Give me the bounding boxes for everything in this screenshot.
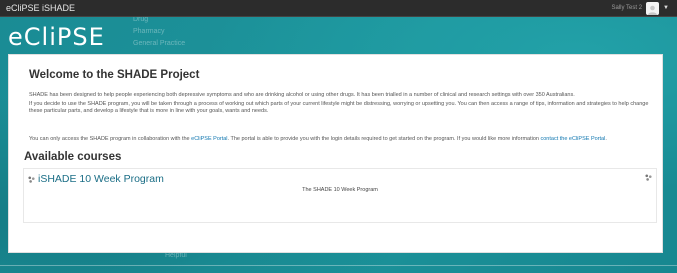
background-menu: Drug Pharmacy General Practice: [133, 14, 185, 50]
top-navbar: eCliPSE iSHADE Sally Test 2 ▼: [0, 0, 677, 17]
available-courses-heading: Available courses: [24, 151, 122, 163]
background-menu-item: General Practice: [133, 40, 186, 47]
course-info-icon[interactable]: [645, 174, 652, 181]
site-brand-link[interactable]: eCliPSE iSHADE: [6, 3, 75, 13]
contact-portal-link[interactable]: contact the eCliPSE Portal: [541, 136, 606, 142]
footer-divider: [0, 265, 677, 266]
intro-paragraph: SHADE has been designed to help people e…: [29, 92, 575, 98]
chevron-down-icon[interactable]: ▼: [663, 5, 669, 11]
course-icon: [28, 175, 35, 183]
portal-text-prefix: You can only access the SHADE program in…: [29, 136, 192, 142]
avatar[interactable]: [646, 1, 660, 15]
logo-text: eCliPSE: [8, 23, 105, 51]
portal-text-suffix: .: [605, 136, 607, 142]
intro-paragraph: If you decide to use the SHADE program, …: [29, 101, 649, 114]
portal-text-middle: . The portal is able to provide you with…: [227, 136, 541, 142]
background-menu-item: Pharmacy: [133, 28, 165, 35]
course-description: The SHADE 10 Week Program: [302, 187, 378, 193]
user-name[interactable]: Sally Test 2: [611, 5, 642, 11]
course-title-link[interactable]: iSHADE 10 Week Program: [38, 173, 164, 185]
user-menu[interactable]: Sally Test 2 ▼: [611, 1, 669, 15]
course-header: iSHADE 10 Week Program: [24, 169, 656, 185]
user-avatar-icon: [648, 5, 658, 15]
eclipse-logo[interactable]: eCliPSE: [8, 22, 104, 52]
course-listing: iSHADE 10 Week Program The SHADE 10 Week…: [23, 168, 657, 223]
intro-text: SHADE has been designed to help people e…: [29, 92, 651, 115]
page-title: Welcome to the SHADE Project: [29, 69, 200, 81]
eclipse-portal-link[interactable]: eCliPSE Portal: [191, 136, 227, 142]
portal-info-text: You can only access the SHADE program in…: [29, 136, 651, 142]
main-content-card: Welcome to the SHADE Project SHADE has b…: [8, 54, 663, 253]
